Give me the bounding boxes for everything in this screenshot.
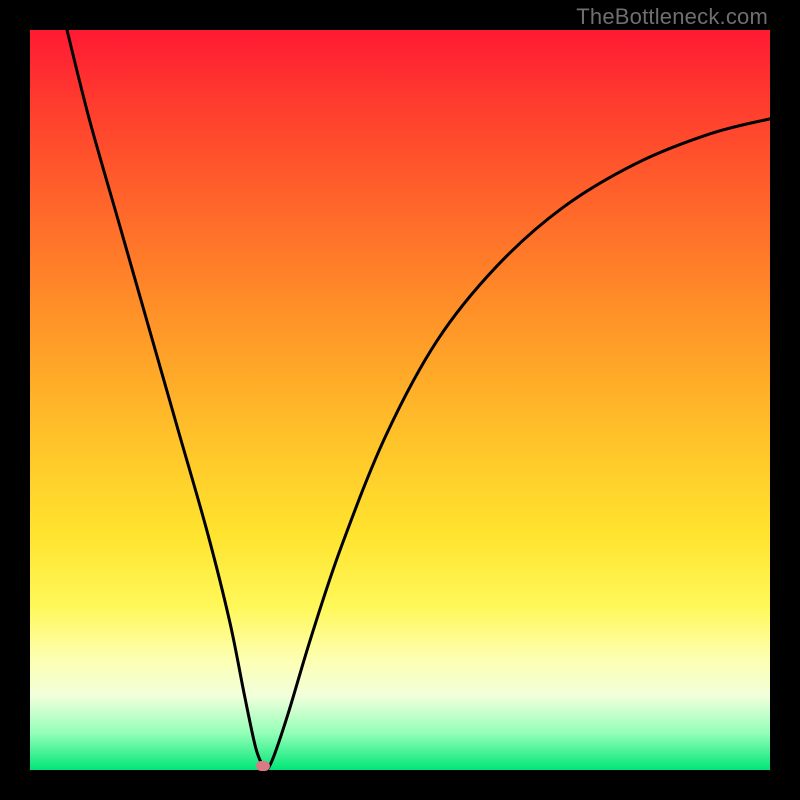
bottleneck-curve bbox=[67, 30, 770, 770]
minimum-marker bbox=[256, 761, 270, 771]
plot-area bbox=[30, 30, 770, 770]
watermark-text: TheBottleneck.com bbox=[576, 4, 768, 30]
chart-frame: TheBottleneck.com bbox=[0, 0, 800, 800]
curve-svg bbox=[30, 30, 770, 770]
